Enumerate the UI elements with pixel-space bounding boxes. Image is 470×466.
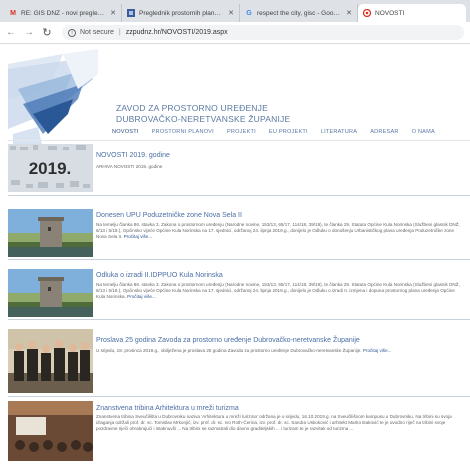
reload-icon[interactable]: ↻	[40, 26, 54, 40]
read-more-link[interactable]: Pročitaj više...	[363, 348, 392, 353]
news-title[interactable]: Znanstvena tribina Arhitektura u mreži t…	[96, 405, 239, 412]
gmail-icon: M	[10, 9, 16, 17]
news-item: Proslava 25 godina Zavoda za prostorno u…	[8, 329, 470, 399]
banner-logo-art	[8, 49, 98, 159]
tab-preglednik[interactable]: Preglednik prostornih planova Dubr... ✕	[122, 4, 240, 22]
tab-title: respect the city, gisc - Google pret...	[257, 9, 343, 17]
site-icon	[363, 9, 371, 17]
nav-o-nama[interactable]: O NAMA	[412, 129, 435, 135]
tab-title: Preglednik prostornih planova Dubr...	[139, 9, 225, 17]
info-icon[interactable]: i	[68, 28, 76, 37]
read-more-link[interactable]: Pročitaj više...	[124, 234, 153, 239]
site-title-line1: ZAVOD ZA PROSTORNO UREĐENJE	[116, 103, 268, 113]
site-title-line2: DUBROVAČKO-NERETVANSKE ŽUPANIJE	[116, 114, 291, 124]
nav-literatura[interactable]: LITERATURA	[321, 129, 357, 135]
nav-projekti[interactable]: PROJEKTI	[227, 129, 256, 135]
nav-eu-projekti[interactable]: EU PROJEKTI	[269, 129, 308, 135]
news-item: Donesen UPU Poduzetničke zone Nova Sela …	[8, 209, 470, 264]
news-item: 2019. NOVOSTI 2019. godine ARHIVA NOVOST…	[8, 144, 470, 204]
thumb-year-text: 2019.	[29, 159, 72, 178]
news-title[interactable]: Donesen UPU Poduzetničke zone Nova Sela …	[96, 212, 242, 219]
nav-adresar[interactable]: ADRESAR	[370, 129, 398, 135]
url-text: zzpudnz.hr/NOVOSTI/2019.aspx	[125, 29, 228, 36]
news-thumbnail-group-photo[interactable]	[8, 329, 93, 393]
read-more-link[interactable]: Pročitaj više...	[127, 294, 156, 299]
news-item: Odluka o izradi II.IDPPUO Kula Norinska …	[8, 269, 470, 324]
tab-gmail[interactable]: M RE: GIS DNZ - novi preglednic - ... ✕	[4, 4, 122, 22]
news-title[interactable]: Proslava 25 godina Zavoda za prostorno u…	[96, 337, 360, 344]
news-item: Znanstvena tribina Arhitektura u mreži t…	[8, 401, 470, 466]
map-icon	[127, 9, 135, 17]
nav-novosti[interactable]: NOVOSTI	[112, 129, 139, 135]
divider	[8, 195, 470, 196]
news-summary: Na temelju članka 86. stavka 3. Zakona o…	[96, 282, 464, 301]
separator: |	[118, 29, 121, 36]
nav-prostorni-planovi[interactable]: PROSTORNI PLANOVI	[152, 129, 214, 135]
news-thumbnail-fortress[interactable]	[8, 209, 93, 257]
news-summary: ARHIVA NOVOSTI 2019. godine	[96, 164, 163, 169]
divider	[8, 259, 470, 260]
site-title: ZAVOD ZA PROSTORNO UREĐENJE DUBROVAČKO-N…	[116, 103, 290, 125]
news-title[interactable]: NOVOSTI 2019. godine	[96, 152, 170, 159]
news-thumbnail-fortress[interactable]	[8, 269, 93, 317]
tab-title: NOVOSTI	[375, 9, 405, 17]
news-title[interactable]: Odluka o izradi II.IDPPUO Kula Norinska	[96, 272, 223, 279]
close-tab-icon[interactable]: ✕	[110, 9, 116, 17]
main-navigation: NOVOSTI PROSTORNI PLANOVI PROJEKTI EU PR…	[112, 129, 448, 135]
divider	[8, 396, 470, 397]
news-summary: Na temelju članka 86. stavka 3. Zakona o…	[96, 222, 464, 241]
security-label: Not secure	[80, 29, 114, 36]
google-icon: G	[246, 9, 252, 17]
web-page: ZAVOD ZA PROSTORNO UREĐENJE DUBROVAČKO-N…	[0, 45, 470, 466]
address-bar: ← → ↻ i Not secure | zzpudnz.hr/NOVOSTI/…	[0, 22, 470, 44]
close-tab-icon[interactable]: ✕	[346, 9, 352, 17]
forward-icon[interactable]: →	[22, 26, 36, 40]
news-summary: U srijedu, 18. prosinca 2019.g., obiljež…	[96, 348, 464, 354]
divider	[8, 140, 470, 141]
close-tab-icon[interactable]: ✕	[228, 9, 234, 17]
divider	[8, 319, 470, 320]
tab-google[interactable]: G respect the city, gisc - Google pret..…	[240, 4, 358, 22]
back-icon[interactable]: ←	[4, 26, 18, 40]
news-summary-text: U srijedu, 18. prosinca 2019.g., obiljež…	[96, 348, 362, 353]
news-summary: Znanstvena tribina Sveučilišta u Dubrovn…	[96, 414, 452, 432]
tab-novosti[interactable]: NOVOSTI	[358, 4, 466, 22]
news-thumbnail-2019[interactable]: 2019.	[8, 144, 93, 192]
url-field[interactable]: i Not secure | zzpudnz.hr/NOVOSTI/2019.a…	[62, 25, 464, 40]
news-thumbnail-lecture[interactable]	[8, 401, 93, 461]
tab-title: RE: GIS DNZ - novi preglednic - ...	[21, 9, 106, 17]
browser-tab-bar: M RE: GIS DNZ - novi preglednic - ... ✕ …	[0, 0, 470, 22]
